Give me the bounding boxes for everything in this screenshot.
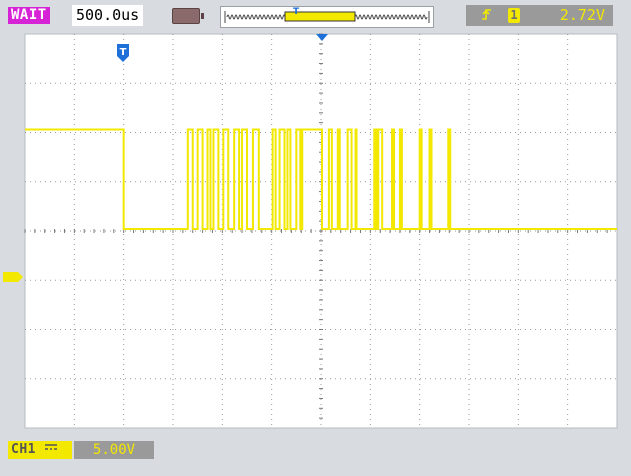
trigger-time-marker-label: T (120, 47, 127, 58)
ground-level-marker-icon[interactable] (3, 272, 23, 282)
channel-scale-readout[interactable]: 5.00V (74, 441, 154, 459)
channel-name: CH1 (11, 442, 36, 457)
channel-bar: CH1 5.00V (0, 436, 631, 462)
waveform-display[interactable]: T (0, 0, 631, 476)
dc-coupling-icon (45, 444, 58, 450)
channel-badge[interactable]: CH1 (8, 441, 72, 459)
